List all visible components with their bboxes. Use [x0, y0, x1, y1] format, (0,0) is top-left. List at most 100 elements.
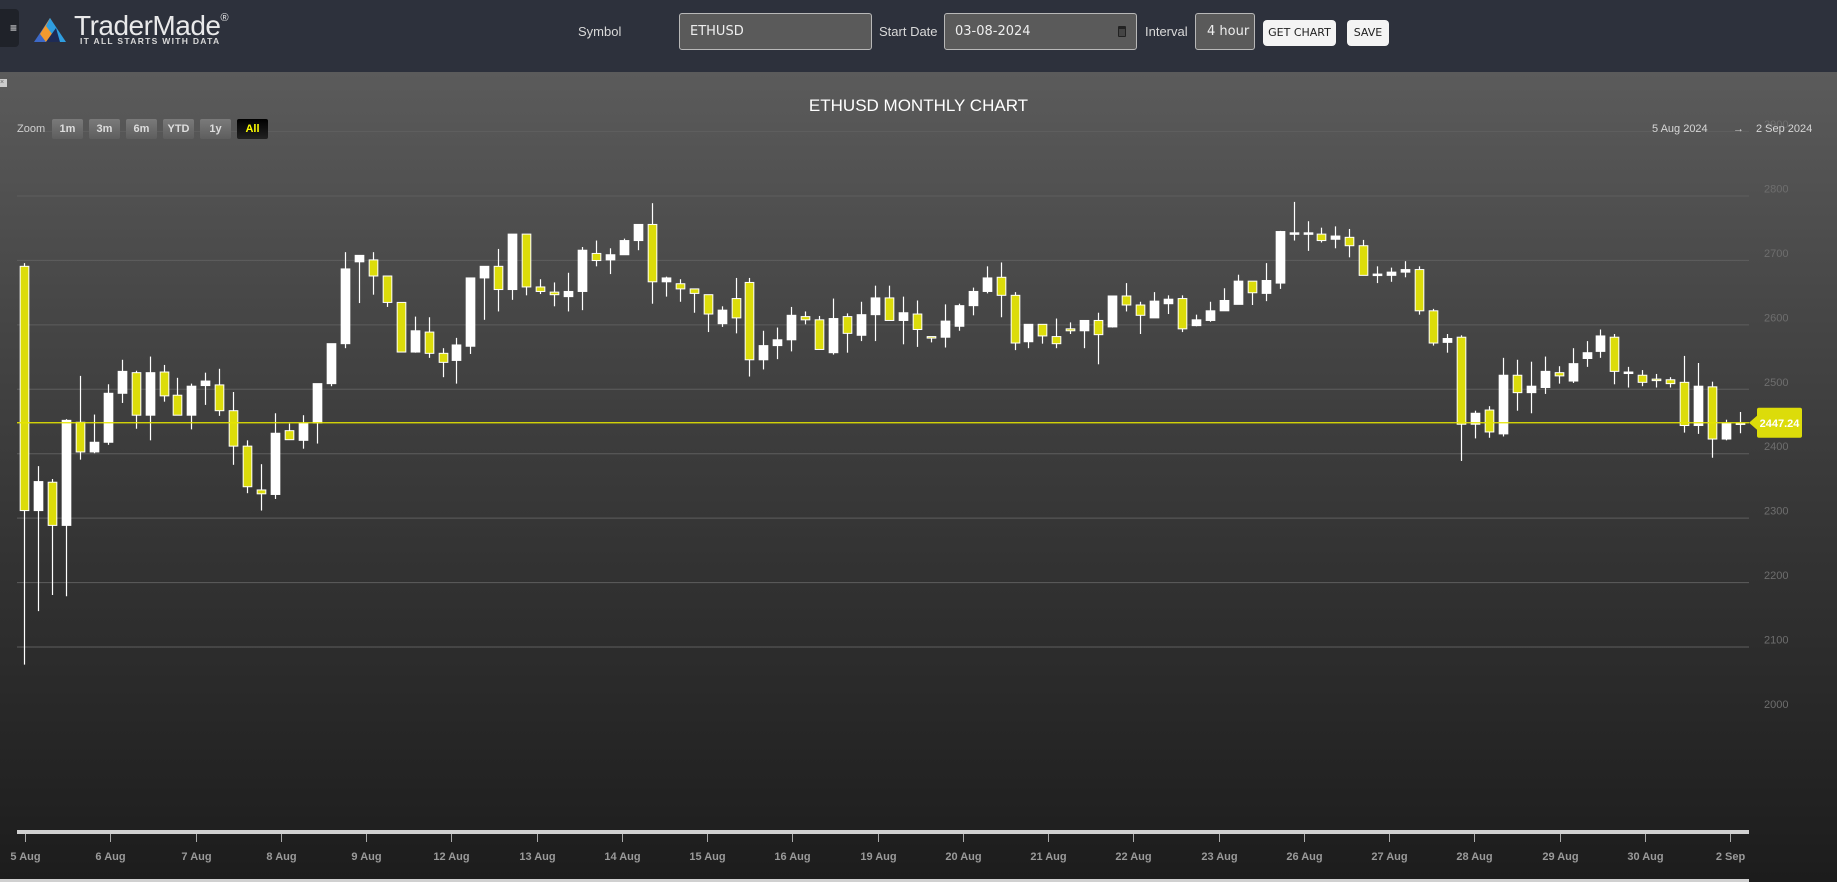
x-tick-label: 7 Aug: [181, 851, 211, 863]
candle-bullish: [1261, 280, 1272, 294]
x-tick-label: 8 Aug: [266, 851, 296, 863]
candle-bearish: [1316, 233, 1327, 242]
candle-bearish: [172, 394, 183, 416]
candle-bearish: [731, 298, 742, 319]
candle-bearish: [1037, 323, 1048, 337]
candle-bearish: [1456, 336, 1467, 425]
y-tick-label: 2100: [1764, 635, 1788, 647]
y-tick-label: 2800: [1764, 183, 1788, 195]
zoom-ytd-button[interactable]: YTD: [163, 119, 194, 139]
candle-bearish: [591, 252, 602, 262]
candle-bullish: [577, 249, 588, 292]
candle-bearish: [1010, 294, 1021, 344]
candle-bearish: [1135, 304, 1146, 316]
x-tick-label: 16 Aug: [774, 851, 810, 863]
candle-bullish: [828, 318, 839, 354]
candle-bullish: [1023, 323, 1034, 343]
candle-bearish: [1065, 328, 1076, 332]
candle-bullish: [186, 385, 197, 416]
candle-bearish: [368, 259, 379, 277]
candle-bearish: [1093, 319, 1104, 336]
candle-bearish: [493, 265, 504, 291]
candle-bullish: [89, 441, 100, 453]
candle-bullish: [1623, 371, 1634, 375]
y-tick-label: 2600: [1764, 312, 1788, 324]
candle-bullish: [326, 343, 337, 385]
candle-bearish: [438, 352, 449, 363]
candle-bullish: [1568, 363, 1579, 382]
candle-bullish: [354, 254, 365, 263]
x-tick-label: 19 Aug: [860, 851, 896, 863]
candle-bullish: [1526, 385, 1537, 394]
candle-bearish: [1051, 336, 1062, 345]
range-to[interactable]: 2 Sep 2024: [1756, 123, 1812, 135]
candlestick-chart[interactable]: 2000210022002300240025002600270028002900…: [0, 0, 1837, 882]
candle-bearish: [675, 283, 686, 290]
candle-bullish: [1191, 319, 1202, 327]
candle-bullish: [1289, 232, 1300, 235]
y-tick-label: 2700: [1764, 248, 1788, 260]
x-tick-label: 30 Aug: [1627, 851, 1663, 863]
candle-bullish: [856, 314, 867, 336]
candle-bullish: [1219, 299, 1230, 312]
candle-bullish: [870, 297, 881, 316]
candle-bearish: [47, 481, 58, 526]
y-tick-label: 2000: [1764, 699, 1788, 711]
candle-bullish: [465, 277, 476, 347]
y-tick-label: 2300: [1764, 506, 1788, 518]
y-tick-label: 2400: [1764, 441, 1788, 453]
candle-bearish: [1679, 381, 1690, 427]
candle-bearish: [1665, 379, 1676, 385]
x-tick-label: 28 Aug: [1456, 851, 1492, 863]
candle-bullish: [898, 312, 909, 321]
candle-bullish: [968, 290, 979, 307]
x-tick-label: 14 Aug: [604, 851, 640, 863]
zoom-label: Zoom: [17, 123, 46, 135]
candle-bearish: [214, 384, 225, 412]
candle-bearish: [647, 223, 658, 283]
x-tick-label: 9 Aug: [351, 851, 381, 863]
x-tick-label: 21 Aug: [1030, 851, 1066, 863]
candle-bullish: [1163, 298, 1174, 305]
candle-bullish: [145, 372, 156, 416]
range-from[interactable]: 5 Aug 2024: [1652, 123, 1708, 135]
candle-bearish: [284, 430, 295, 441]
candle-bearish: [800, 316, 811, 321]
candle-bearish: [535, 286, 546, 292]
chart-title: ETHUSD MONTHLY CHART: [808, 96, 1029, 115]
candle-bearish: [1121, 295, 1132, 306]
range-arrow-icon: →: [1733, 123, 1744, 135]
zoom-1y-button[interactable]: 1y: [200, 119, 231, 139]
candle-bearish: [996, 276, 1007, 296]
zoom-3m-button[interactable]: 3m: [89, 119, 120, 139]
zoom-all-button[interactable]: All: [237, 119, 268, 139]
x-tick-label: 12 Aug: [433, 851, 469, 863]
candle-bearish: [1609, 336, 1620, 372]
x-tick-label: 23 Aug: [1201, 851, 1237, 863]
candle-bullish: [563, 290, 574, 298]
candle-bullish: [1721, 422, 1732, 440]
candle-bearish: [1651, 378, 1662, 382]
candle-bearish: [131, 372, 142, 416]
candle-bullish: [605, 254, 616, 261]
candle-bearish: [1344, 236, 1355, 247]
candle-bullish: [451, 344, 462, 361]
candle-bearish: [926, 336, 937, 339]
x-axis-scrollbar: [17, 830, 1749, 834]
x-tick-label: 2 Sep: [1716, 851, 1746, 863]
zoom-1m-button[interactable]: 1m: [52, 119, 83, 139]
zoom-6m-button[interactable]: 6m: [126, 119, 157, 139]
x-tick-label: 22 Aug: [1115, 851, 1151, 863]
candle-bearish: [159, 371, 170, 397]
candle-bullish: [61, 419, 72, 526]
candle-bearish: [1484, 409, 1495, 433]
candle-bullish: [479, 265, 490, 279]
x-tick-label: 29 Aug: [1542, 851, 1578, 863]
candle-bearish: [1247, 280, 1258, 294]
candle-bullish: [200, 380, 211, 387]
candle-bearish: [256, 489, 267, 495]
candle-bullish: [312, 383, 323, 424]
candle-bullish: [1442, 338, 1453, 343]
candle-bearish: [1637, 374, 1648, 383]
candle-bearish: [703, 294, 714, 315]
